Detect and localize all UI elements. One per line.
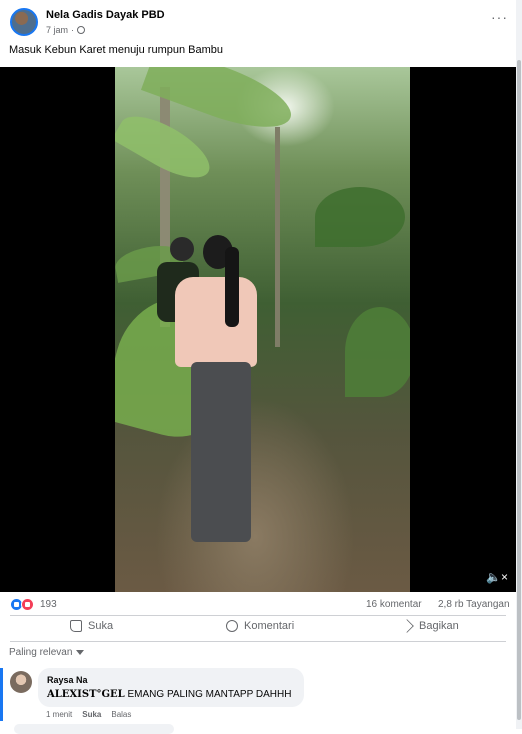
comment-reply-link[interactable]: Balas xyxy=(111,710,131,719)
video-player[interactable]: 🔈× xyxy=(0,67,516,592)
comment-time[interactable]: 1 menit xyxy=(46,710,72,719)
view-count: 2,8 rb Tayangan xyxy=(438,599,510,610)
like-button[interactable]: Suka xyxy=(70,620,113,632)
speaker-muted-icon[interactable]: 🔈× xyxy=(486,570,508,584)
page-scrollbar[interactable] xyxy=(516,0,522,729)
post-meta: 7 jam · xyxy=(46,25,86,35)
scrollbar-thumb[interactable] xyxy=(517,60,521,720)
divider xyxy=(10,641,506,642)
share-button[interactable]: Bagikan xyxy=(400,619,459,633)
chevron-down-icon xyxy=(76,650,85,655)
more-options-icon[interactable]: ··· xyxy=(491,10,508,24)
sort-label: Paling relevan xyxy=(9,647,73,658)
divider xyxy=(10,615,506,616)
comment-sort-dropdown[interactable]: Paling relevan xyxy=(9,647,85,658)
comment-item: Raysa Na 𝐀𝐋𝐄𝐗𝐈𝐒𝐓°𝐆𝐄𝐋 EMANG PALING MANTAP… xyxy=(0,668,516,728)
next-comment-preview xyxy=(14,724,174,734)
comment-tag: 𝐀𝐋𝐄𝐗𝐈𝐒𝐓°𝐆𝐄𝐋 xyxy=(47,689,125,700)
comment-meta: 1 menit Suka Balas xyxy=(46,710,131,719)
globe-icon xyxy=(77,26,86,34)
comment-bubble-icon xyxy=(226,620,238,632)
author-name[interactable]: Nela Gadis Dayak PBD xyxy=(46,9,165,21)
video-frame xyxy=(115,67,410,592)
feed-post: Nela Gadis Dayak PBD 7 jam · ··· Masuk K… xyxy=(0,0,516,734)
commenter-avatar[interactable] xyxy=(10,671,32,693)
comment-body: EMANG PALING MANTAPP DAHHH xyxy=(124,689,292,700)
thumbs-up-icon xyxy=(70,620,82,632)
reaction-count[interactable]: 193 xyxy=(40,599,57,610)
love-icon xyxy=(21,598,34,611)
post-actions: Suka Komentari Bagikan xyxy=(0,617,516,639)
comment-like-link[interactable]: Suka xyxy=(82,710,101,719)
author-avatar[interactable] xyxy=(10,8,38,36)
comment-bubble: Raysa Na 𝐀𝐋𝐄𝐗𝐈𝐒𝐓°𝐆𝐄𝐋 EMANG PALING MANTAP… xyxy=(38,668,304,707)
reactions-summary: 193 16 komentar 2,8 rb Tayangan xyxy=(0,596,516,614)
commenter-name[interactable]: Raysa Na xyxy=(47,675,88,685)
post-caption: Masuk Kebun Karet menuju rumpun Bambu xyxy=(9,44,224,56)
post-time[interactable]: 7 jam xyxy=(46,25,68,35)
reaction-icons[interactable] xyxy=(10,598,36,611)
highlight-bar xyxy=(0,668,3,721)
post-header: Nela Gadis Dayak PBD 7 jam · ··· xyxy=(8,6,508,40)
share-arrow-icon xyxy=(400,619,414,633)
comment-text: 𝐀𝐋𝐄𝐗𝐈𝐒𝐓°𝐆𝐄𝐋 EMANG PALING MANTAPP DAHHH xyxy=(47,689,291,700)
comment-button[interactable]: Komentari xyxy=(226,620,294,632)
comment-count[interactable]: 16 komentar xyxy=(366,599,422,610)
